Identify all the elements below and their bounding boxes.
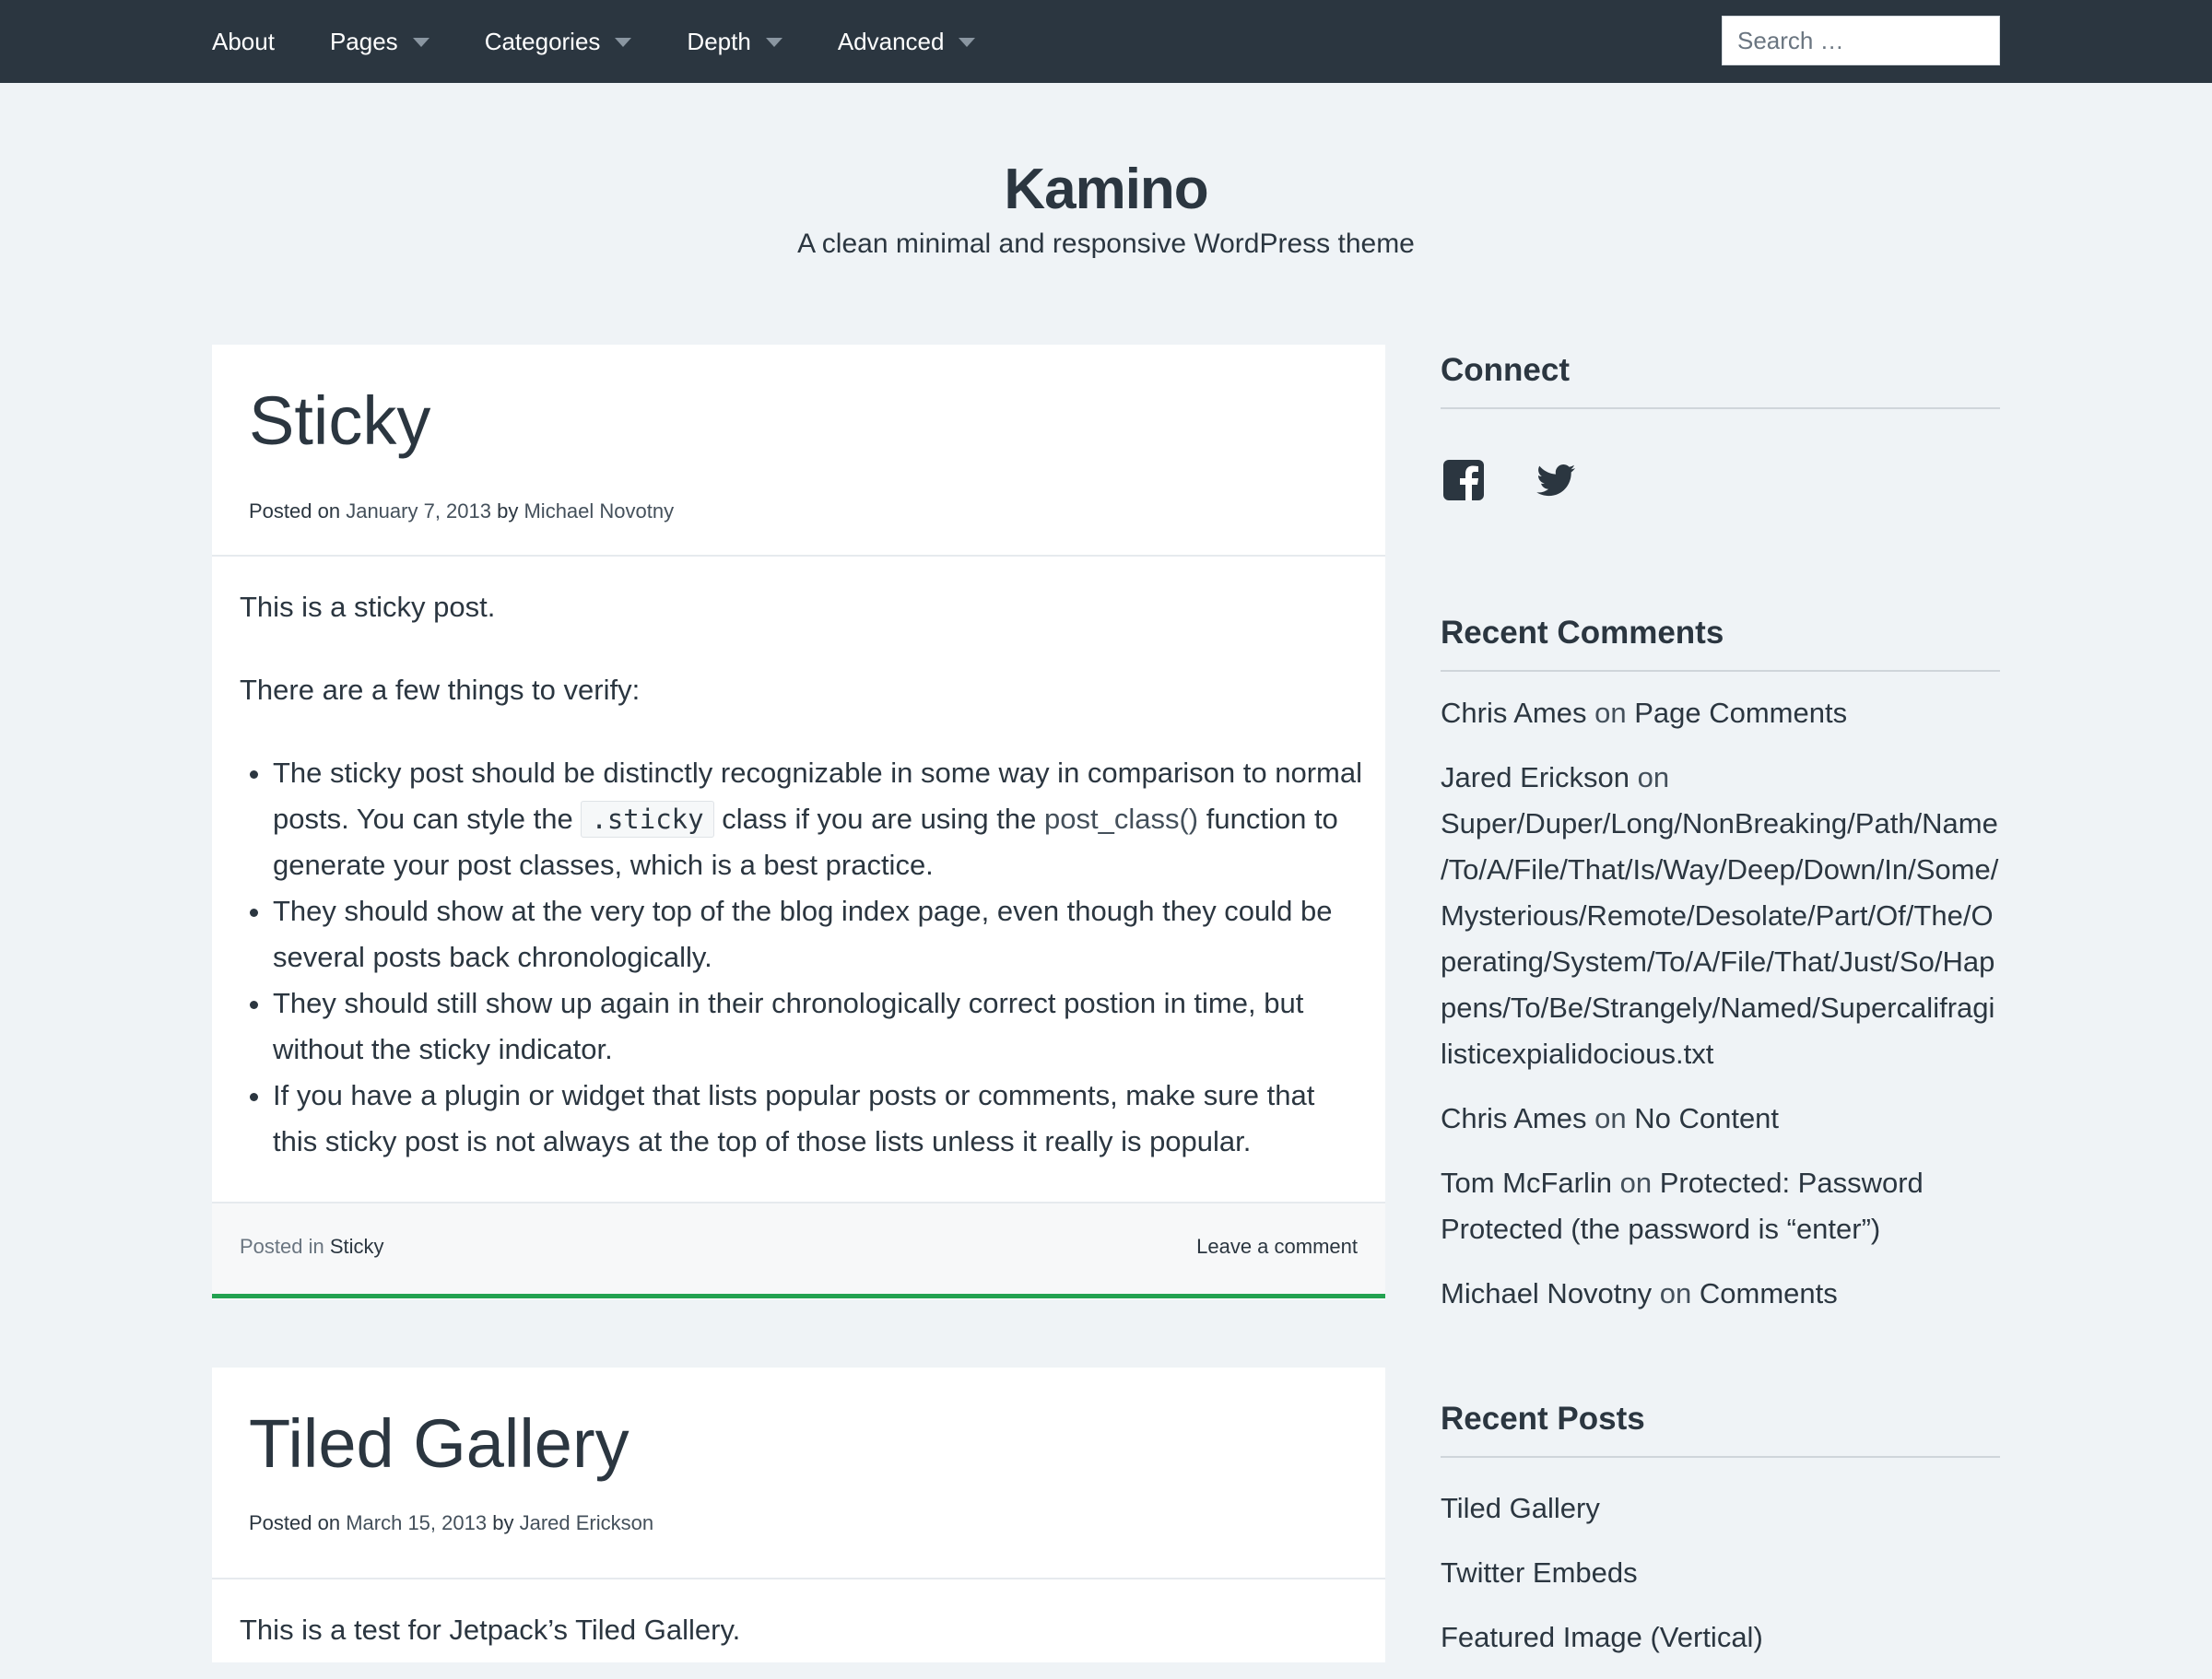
list-item: Featured Image (Vertical) bbox=[1441, 1614, 2000, 1679]
facebook-icon[interactable] bbox=[1441, 457, 1487, 503]
nav-item-depth[interactable]: Depth bbox=[687, 28, 782, 56]
search-input[interactable] bbox=[1722, 16, 2000, 65]
comment-author-link[interactable]: Michael Novotny bbox=[1441, 1277, 1652, 1309]
widget-recent-comments: Recent Comments Chris Ames on Page Comme… bbox=[1441, 615, 2000, 1335]
inline-code: .sticky bbox=[581, 801, 714, 838]
meta-prefix: Posted on bbox=[249, 1511, 341, 1534]
list-item-text: class if you are using the bbox=[722, 803, 1037, 835]
recent-posts-list: Tiled Gallery Twitter Embeds Featured Im… bbox=[1441, 1485, 2000, 1679]
recent-comments-list: Chris Ames on Page Comments Jared Ericks… bbox=[1441, 690, 2000, 1317]
nav-item-pages[interactable]: Pages bbox=[330, 28, 429, 56]
post-date-link[interactable]: January 7, 2013 bbox=[346, 499, 491, 522]
post-paragraph: This is a test for Jetpack’s Tiled Galle… bbox=[240, 1614, 741, 1646]
nav-item-label: Advanced bbox=[837, 27, 945, 55]
on-label: on bbox=[1594, 697, 1627, 729]
post-sticky: Sticky Posted on January 7, 2013 by Mich… bbox=[212, 345, 1385, 1299]
nav-item-advanced[interactable]: Advanced bbox=[838, 28, 976, 56]
post-content: This is a sticky post. There are a few t… bbox=[240, 584, 1364, 1165]
chevron-down-icon bbox=[615, 38, 632, 47]
on-label: on bbox=[1659, 1277, 1692, 1309]
comment-author-link[interactable]: Chris Ames bbox=[1441, 1102, 1586, 1134]
on-label: on bbox=[1637, 761, 1670, 793]
post-tiled-gallery: Tiled Gallery Posted on March 15, 2013 b… bbox=[212, 1368, 1385, 1662]
post-paragraph: There are a few things to verify: bbox=[240, 674, 641, 706]
post-header-divider bbox=[212, 1578, 1385, 1579]
post-header-divider bbox=[212, 555, 1385, 557]
post-meta: Posted on January 7, 2013 by Michael Nov… bbox=[249, 499, 674, 523]
list-item: Chris Ames on Page Comments bbox=[1441, 690, 2000, 736]
meta-by: by bbox=[492, 1511, 514, 1534]
chevron-down-icon bbox=[765, 38, 782, 47]
comment-author-link[interactable]: Chris Ames bbox=[1441, 697, 1586, 729]
post-paragraph: This is a sticky post. bbox=[240, 591, 496, 623]
widget-title: Connect bbox=[1441, 352, 2000, 409]
comment-post-link[interactable]: Super/Duper/Long/NonBreaking/Path/Name/T… bbox=[1441, 807, 1998, 1070]
recent-post-link[interactable]: Featured Image (Vertical) bbox=[1441, 1621, 1763, 1653]
post-content: This is a test for Jetpack’s Tiled Galle… bbox=[240, 1607, 1364, 1653]
list-item: They should show at the very top of the … bbox=[273, 888, 1364, 980]
comment-post-link[interactable]: Page Comments bbox=[1634, 697, 1847, 729]
list-item: The sticky post should be distinctly rec… bbox=[273, 750, 1364, 888]
list-item: Michael Novotny on Comments bbox=[1441, 1271, 2000, 1317]
nav-item-label: Categories bbox=[484, 27, 601, 55]
nav-item-about[interactable]: About bbox=[212, 28, 275, 56]
leave-comment-link[interactable]: Leave a comment bbox=[1196, 1235, 1358, 1259]
list-item: Chris Ames on No Content bbox=[1441, 1096, 2000, 1142]
list-item: They should still show up again in their… bbox=[273, 980, 1364, 1073]
post-date-link[interactable]: March 15, 2013 bbox=[346, 1511, 487, 1534]
chevron-down-icon bbox=[412, 38, 429, 47]
recent-post-link[interactable]: Twitter Embeds bbox=[1441, 1556, 1638, 1589]
twitter-icon[interactable] bbox=[1533, 457, 1579, 503]
widget-recent-posts: Recent Posts Tiled Gallery Twitter Embed… bbox=[1441, 1401, 2000, 1679]
on-label: on bbox=[1619, 1167, 1653, 1199]
post-categories: Posted in Sticky bbox=[240, 1235, 384, 1259]
widget-title: Recent Comments bbox=[1441, 615, 2000, 672]
meta-prefix: Posted on bbox=[249, 499, 341, 522]
main-menu: About Pages Categories Depth Advanced bbox=[212, 0, 1030, 83]
posted-in-label: Posted in bbox=[240, 1235, 324, 1258]
widget-connect: Connect bbox=[1441, 352, 2000, 503]
chevron-down-icon bbox=[959, 38, 976, 47]
comment-post-link[interactable]: Comments bbox=[1700, 1277, 1838, 1309]
post-footer: Posted in Sticky Leave a comment bbox=[212, 1202, 1385, 1298]
post-author-link[interactable]: Michael Novotny bbox=[524, 499, 674, 522]
top-navigation-bar: About Pages Categories Depth Advanced bbox=[0, 0, 2212, 83]
post-title[interactable]: Tiled Gallery bbox=[249, 1404, 629, 1483]
list-item: Tom McFarlin on Protected: Password Prot… bbox=[1441, 1160, 2000, 1252]
comment-author-link[interactable]: Jared Erickson bbox=[1441, 761, 1630, 793]
post-list: The sticky post should be distinctly rec… bbox=[240, 750, 1364, 1165]
category-link[interactable]: Sticky bbox=[330, 1235, 384, 1258]
site-description: A clean minimal and responsive WordPress… bbox=[797, 229, 1415, 259]
nav-item-label: Depth bbox=[687, 27, 751, 55]
post-class-link[interactable]: post_class() bbox=[1044, 803, 1198, 835]
recent-post-link[interactable]: Tiled Gallery bbox=[1441, 1492, 1600, 1524]
nav-item-categories[interactable]: Categories bbox=[485, 28, 632, 56]
site-title[interactable]: Kamino bbox=[0, 157, 2212, 222]
list-item: Jared Erickson on Super/Duper/Long/NonBr… bbox=[1441, 755, 2000, 1077]
nav-item-label: Pages bbox=[329, 27, 398, 55]
on-label: on bbox=[1594, 1102, 1627, 1134]
comment-post-link[interactable]: No Content bbox=[1634, 1102, 1779, 1134]
list-item: If you have a plugin or widget that list… bbox=[273, 1073, 1364, 1165]
social-links bbox=[1441, 457, 2000, 503]
post-title[interactable]: Sticky bbox=[249, 382, 430, 460]
widget-title: Recent Posts bbox=[1441, 1401, 2000, 1458]
list-item: Tiled Gallery bbox=[1441, 1485, 2000, 1550]
nav-item-label: About bbox=[212, 27, 275, 55]
post-meta: Posted on March 15, 2013 by Jared Ericks… bbox=[249, 1511, 653, 1535]
comment-author-link[interactable]: Tom McFarlin bbox=[1441, 1167, 1612, 1199]
meta-by: by bbox=[497, 499, 519, 522]
post-author-link[interactable]: Jared Erickson bbox=[520, 1511, 654, 1534]
list-item: Twitter Embeds bbox=[1441, 1550, 2000, 1614]
